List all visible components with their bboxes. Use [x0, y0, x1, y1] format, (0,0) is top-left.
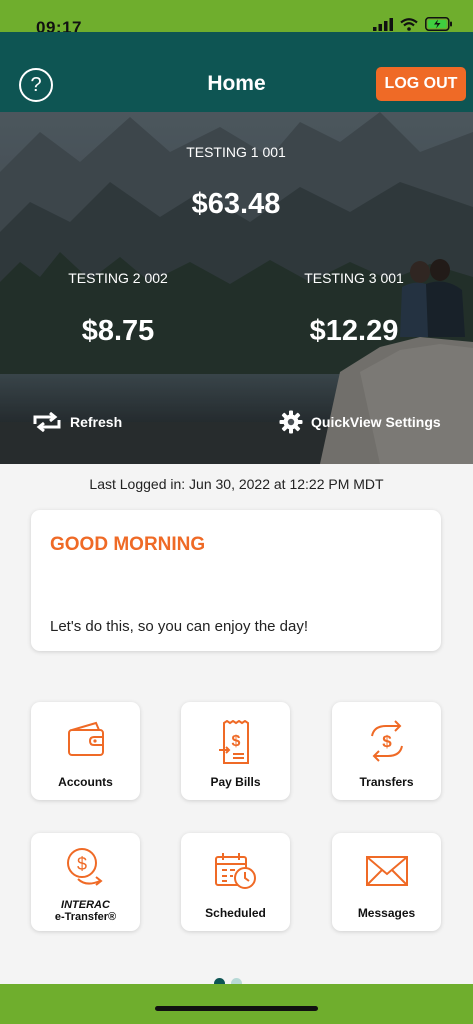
refresh-icon — [33, 412, 61, 432]
wallet-icon — [67, 721, 104, 756]
pay-bills-tile[interactable]: $ Pay Bills — [181, 702, 290, 800]
calendar-clock-icon — [214, 853, 256, 889]
last-login-text: Last Logged in: Jun 30, 2022 at 12:22 PM… — [89, 476, 384, 492]
bill-icon: $ — [218, 720, 249, 764]
tile-label-line1: INTERAC — [61, 899, 110, 911]
quickview-panel: TESTING 1 001 $63.48 TESTING 2 002 $8.75… — [0, 112, 473, 464]
account-name: TESTING 1 001 — [186, 144, 286, 160]
svg-text:$: $ — [76, 854, 86, 874]
tile-label: Pay Bills — [210, 775, 261, 789]
etransfer-icon: $ — [66, 848, 103, 886]
quickview-settings-button[interactable]: QuickView Settings — [279, 410, 441, 434]
quickview-settings-label: QuickView Settings — [311, 414, 441, 430]
tile-label: Transfers — [359, 775, 414, 789]
status-icons — [373, 17, 453, 31]
gear-icon — [279, 410, 303, 434]
refresh-button[interactable]: Refresh — [32, 412, 122, 432]
svg-text:$: $ — [231, 733, 240, 750]
tile-label: Scheduled — [205, 906, 266, 920]
accounts-tile[interactable]: Accounts — [31, 702, 140, 800]
signal-icon — [373, 17, 393, 31]
wifi-icon — [400, 17, 418, 31]
refresh-label: Refresh — [70, 414, 123, 430]
tile-label: INTERAC e-Transfer® — [31, 899, 140, 923]
tile-label: Messages — [357, 906, 416, 920]
bottom-bar — [0, 984, 473, 1024]
greeting-title: GOOD MORNING — [50, 534, 206, 555]
svg-text:$: $ — [382, 732, 392, 751]
messages-tile[interactable]: Messages — [332, 833, 441, 931]
scheduled-tile[interactable]: Scheduled — [181, 833, 290, 931]
battery-icon — [425, 17, 452, 31]
transfers-tile[interactable]: $ Transfers — [332, 702, 441, 800]
account-name: TESTING 3 001 — [304, 270, 404, 286]
account-balance: $12.29 — [309, 315, 399, 347]
interac-etransfer-tile[interactable]: $ INTERAC e-Transfer® — [31, 833, 140, 931]
home-indicator[interactable] — [155, 1006, 318, 1011]
greeting-card: GOOD MORNING Let's do this, so you can e… — [31, 510, 441, 651]
tile-label: Accounts — [58, 775, 113, 789]
account-balance: $8.75 — [81, 315, 155, 347]
envelope-icon — [365, 856, 408, 886]
status-bar: 09:17 — [0, 0, 473, 37]
transfer-icon: $ — [370, 720, 403, 762]
tile-label-line2: e-Transfer® — [54, 911, 117, 923]
greeting-message: Let's do this, so you can enjoy the day! — [50, 618, 309, 635]
account-balance: $63.48 — [191, 188, 281, 220]
logout-button[interactable]: LOG OUT — [376, 67, 466, 101]
account-name: TESTING 2 002 — [68, 270, 168, 286]
